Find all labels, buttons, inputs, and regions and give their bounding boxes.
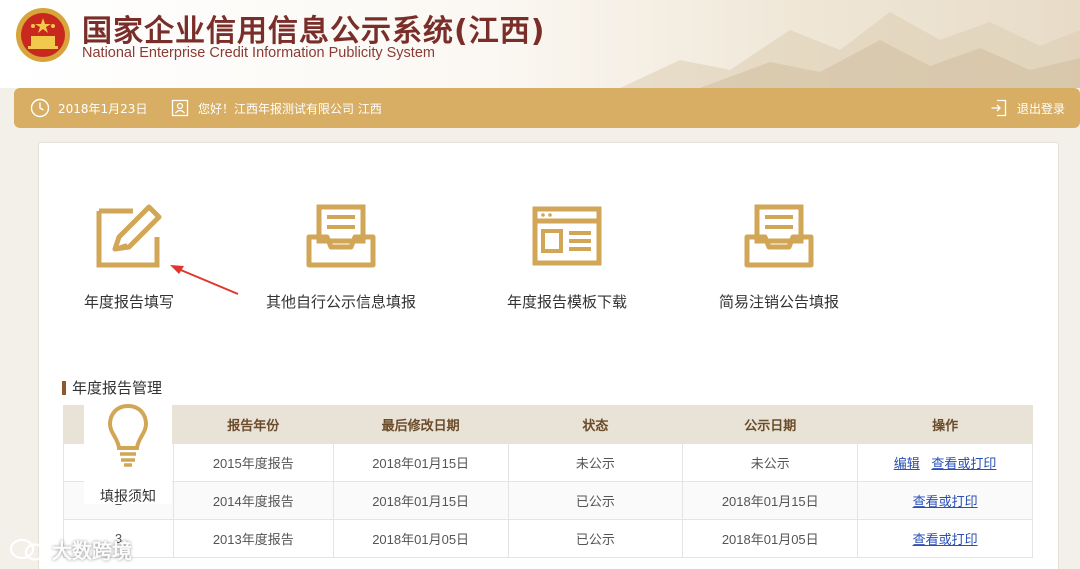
table-header-row: 序号 报告年份 最后修改日期 状态 公示日期 操作 [63, 405, 1033, 444]
column-header: 公示日期 [682, 405, 859, 444]
status: 已公示 [507, 519, 684, 558]
annotation-arrow-icon [170, 265, 239, 295]
lightbulb-icon [107, 403, 149, 467]
inbox-icon [744, 204, 814, 268]
publish-date: 未公示 [682, 443, 859, 482]
publish-date: 2018年01月05日 [682, 519, 859, 558]
modified-date: 2018年01月15日 [332, 443, 509, 482]
national-emblem-icon [16, 8, 70, 62]
column-header: 报告年份 [172, 405, 334, 444]
logout-icon [991, 99, 1007, 117]
edit-link[interactable]: 编辑 [894, 456, 920, 471]
publish-date: 2018年01月15日 [682, 481, 859, 520]
user-badge-icon [171, 99, 189, 117]
view-print-link[interactable]: 查看或打印 [913, 494, 978, 509]
tile-label[interactable]: 年度报告模板下载 [467, 291, 667, 312]
actions: 查看或打印 [857, 519, 1033, 558]
table-row: 1 2015年度报告 2018年01月15日 未公示 未公示 编辑 查看或打印 [63, 443, 1033, 482]
status: 未公示 [507, 443, 684, 482]
table-row: 3 2013年度报告 2018年01月05日 已公示 2018年01月05日 查… [63, 519, 1033, 558]
current-date: 2018年1月23日 [58, 101, 148, 116]
actions: 查看或打印 [857, 481, 1033, 520]
annual-report-table: 序号 报告年份 最后修改日期 状态 公示日期 操作 1 2015年度报告 201… [63, 405, 1033, 558]
date-display: 2018年1月23日 [30, 88, 147, 128]
tile-simple-cancellation[interactable]: 简易注销公告填报 [679, 203, 879, 323]
status: 已公示 [507, 481, 684, 520]
logout-label[interactable]: 退出登录 [1017, 100, 1065, 117]
report-year: 2015年度报告 [172, 443, 334, 482]
tile-template-download[interactable]: 年度报告模板下载 [467, 203, 667, 323]
site-subtitle: National Enterprise Credit Information P… [82, 45, 435, 61]
template-icon [532, 206, 602, 266]
modified-date: 2018年01月05日 [332, 519, 509, 558]
logout-button[interactable]: 退出登录 [989, 88, 1065, 128]
column-header: 最后修改日期 [332, 405, 509, 444]
clock-icon [30, 98, 50, 118]
tile-other-disclosure[interactable]: 其他自行公示信息填报 [241, 203, 441, 323]
modified-date: 2018年01月15日 [332, 481, 509, 520]
section-title: 年度报告管理 [62, 377, 162, 398]
table-row: 2 2014年度报告 2018年01月15日 已公示 2018年01月15日 查… [63, 481, 1033, 520]
edit-icon [96, 204, 162, 268]
section-title-text: 年度报告管理 [72, 379, 163, 397]
wechat-logo-icon [9, 538, 46, 561]
filing-instructions-label[interactable]: 填报须知 [84, 486, 172, 506]
view-print-link[interactable]: 查看或打印 [931, 456, 996, 471]
inbox-icon [306, 204, 376, 268]
mountain-background [620, 12, 1080, 88]
site-title: 国家企业信用信息公示系统(江西) [82, 14, 546, 49]
section-marker [62, 380, 66, 395]
report-year: 2014年度报告 [172, 481, 334, 520]
view-print-link[interactable]: 查看或打印 [913, 532, 978, 547]
watermark: 大数跨境 [8, 535, 132, 564]
report-year: 2013年度报告 [172, 519, 334, 558]
greeting-text: 您好！江西年报测试有限公司 江西 [198, 101, 382, 116]
site-header: 国家企业信用信息公示系统(江西) National Enterprise Cre… [0, 0, 1080, 88]
actions: 编辑 查看或打印 [857, 443, 1033, 482]
filing-instructions-button[interactable]: 填报须知 [84, 400, 172, 506]
tile-label[interactable]: 简易注销公告填报 [679, 291, 879, 312]
info-bar: 2018年1月23日 您好！江西年报测试有限公司 江西 退出登录 [14, 88, 1080, 128]
tile-label[interactable]: 其他自行公示信息填报 [241, 291, 441, 312]
column-header: 操作 [857, 405, 1033, 444]
watermark-text: 大数跨境 [52, 539, 132, 563]
user-greeting: 您好！江西年报测试有限公司 江西 [170, 88, 382, 128]
column-header: 状态 [507, 405, 684, 444]
